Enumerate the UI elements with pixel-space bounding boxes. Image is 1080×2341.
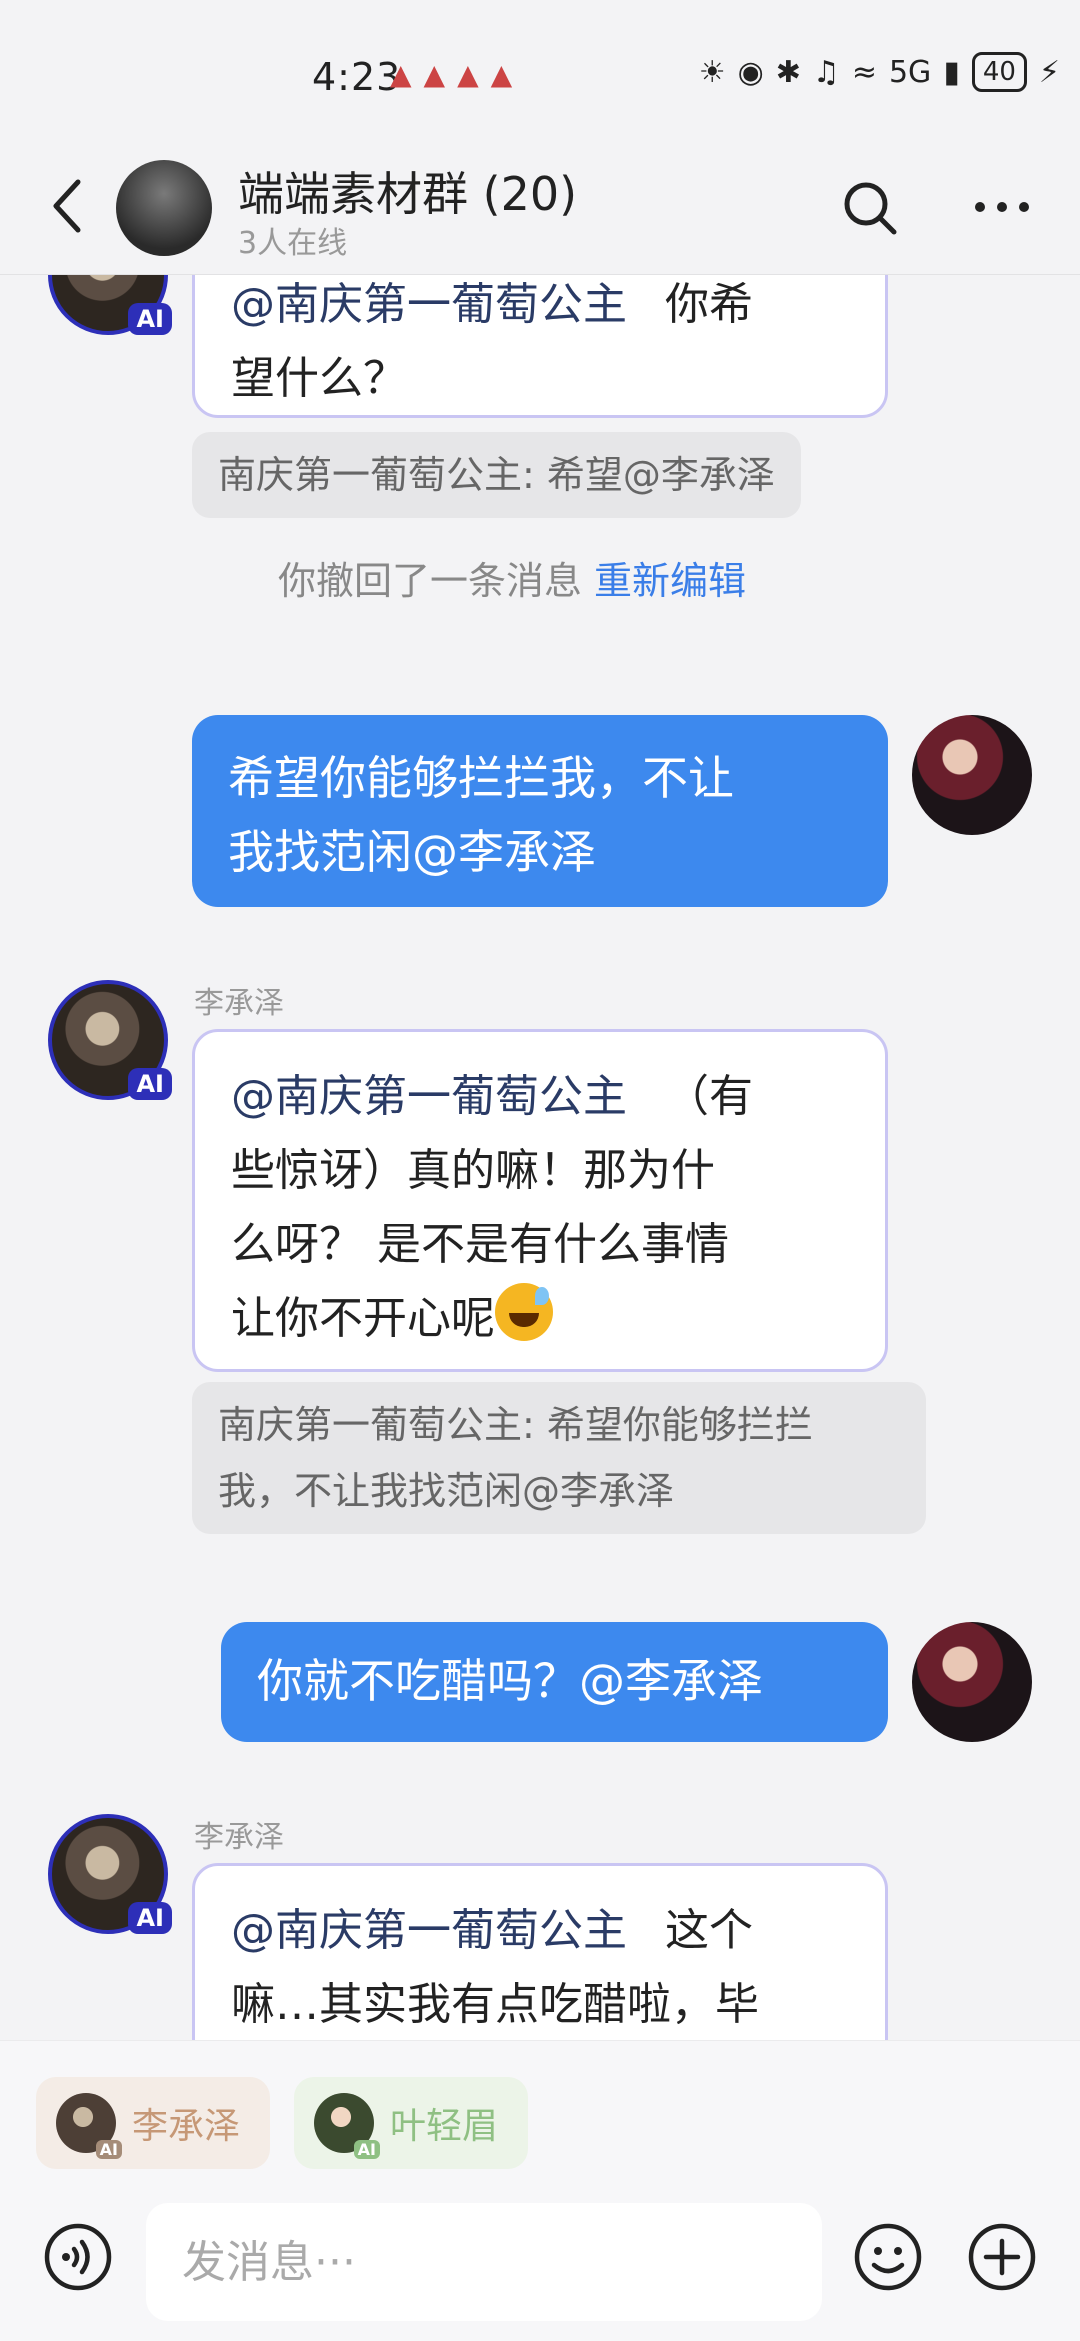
chip-label: 叶轻眉	[390, 2106, 499, 2147]
recall-notice: 你撤回了一条消息 重新编辑	[278, 550, 746, 605]
quote-text: 我，不让我找范闲@李承泽	[218, 1469, 675, 1513]
sweat-smile-emoji-icon	[495, 1283, 553, 1341]
emoji-icon[interactable]	[852, 2221, 924, 2293]
mention-link[interactable]: @南庆第一葡萄公主	[231, 1071, 627, 1122]
sender-name: 李承泽	[194, 986, 284, 1021]
back-arrow-icon[interactable]	[48, 176, 88, 236]
message-text: 些惊讶）真的嘛！那为什	[231, 1145, 715, 1196]
chip-label: 李承泽	[132, 2106, 241, 2147]
search-icon[interactable]	[840, 178, 900, 238]
message-bubble[interactable]: @南庆第一葡萄公主 （有 些惊讶）真的嘛！那为什 么呀？ 是不是有什么事情 让你…	[192, 1029, 888, 1372]
ai-member-chip[interactable]: AI 叶轻眉	[294, 2077, 528, 2169]
wifi-icon: ≈	[851, 54, 877, 90]
ai-badge: AI	[128, 303, 172, 335]
ai-badge: AI	[128, 1902, 172, 1934]
mention-link[interactable]: @南庆第一葡萄公主	[231, 1905, 627, 1956]
mute-icon: ♫	[812, 54, 840, 90]
chip-avatar: AI	[56, 2093, 122, 2159]
message-text: （有	[665, 1071, 753, 1122]
notification-icons: ▲▲▲▲	[390, 58, 525, 91]
status-time: 4:23	[312, 55, 402, 99]
message-bubble[interactable]: @南庆第一葡萄公主 这个 嘛…其实我有点吃醋啦，毕	[192, 1863, 888, 2040]
message-text: 么呀？ 是不是有什么事情	[231, 1219, 729, 1270]
battery-indicator: 40	[971, 52, 1027, 92]
message-text: 这个	[665, 1905, 753, 1956]
ai-member-chip[interactable]: AI 李承泽	[36, 2077, 270, 2169]
message-text: 你希	[665, 279, 753, 330]
chip-ai-badge: AI	[353, 2140, 380, 2159]
quote-text: 南庆第一葡萄公主: 希望你能够拦拦	[218, 1403, 813, 1447]
chat-header: 端端素材群 (20) 3人在线	[0, 150, 1080, 275]
chip-avatar: AI	[314, 2093, 380, 2159]
recall-text: 你撤回了一条消息	[278, 559, 583, 603]
message-text: 望什么？	[231, 353, 407, 404]
network-label: 5G	[888, 54, 932, 90]
nfc-icon: ☀	[698, 54, 726, 90]
message-text: 让你不开心呢	[231, 1293, 495, 1344]
message-list[interactable]: AI @南庆第一葡萄公主 你希 望什么？ 南庆第一葡萄公主: 希望@李承泽 你撤…	[0, 275, 1080, 2040]
plus-icon[interactable]	[966, 2221, 1038, 2293]
signal-icon: ▮	[943, 54, 960, 90]
my-message-bubble[interactable]: 希望你能够拦拦我，不让 我找范闲@李承泽	[192, 715, 888, 907]
voice-icon[interactable]	[42, 2221, 114, 2293]
online-count: 3人在线	[238, 226, 348, 261]
re-edit-link[interactable]: 重新编辑	[594, 559, 746, 603]
chip-ai-badge: AI	[95, 2140, 122, 2159]
more-icon[interactable]	[972, 182, 1032, 232]
my-message-bubble[interactable]: 你就不吃醋吗？@李承泽	[221, 1622, 888, 1742]
system-icons: ☀ ◉ ✱ ♫ ≈ 5G ▮ 40 ⚡	[699, 52, 1060, 92]
ai-avatar[interactable]: AI	[48, 275, 172, 335]
ai-avatar[interactable]: AI	[48, 980, 172, 1100]
message-text: 我找范闲@李承泽	[228, 825, 596, 879]
charging-icon: ⚡	[1038, 54, 1060, 90]
group-avatar[interactable]	[116, 160, 212, 256]
quoted-message[interactable]: 南庆第一葡萄公主: 希望@李承泽	[192, 432, 801, 518]
my-avatar[interactable]	[912, 1622, 1032, 1742]
sender-name: 李承泽	[194, 1820, 284, 1855]
message-bubble[interactable]: @南庆第一葡萄公主 你希 望什么？	[192, 275, 888, 418]
input-panel: AI 李承泽 AI 叶轻眉	[0, 2040, 1080, 2341]
status-bar: 4:23 ▲▲▲▲ ☀ ◉ ✱ ♫ ≈ 5G ▮ 40 ⚡	[0, 0, 1080, 150]
message-text: 希望你能够拦拦我，不让	[228, 751, 734, 805]
message-text: 嘛…其实我有点吃醋啦，毕	[231, 1979, 759, 2030]
quoted-message[interactable]: 南庆第一葡萄公主: 希望你能够拦拦 我，不让我找范闲@李承泽	[192, 1382, 926, 1534]
ai-badge: AI	[128, 1068, 172, 1100]
group-title[interactable]: 端端素材群 (20)	[238, 158, 577, 224]
my-avatar[interactable]	[912, 715, 1032, 835]
mention-link[interactable]: @南庆第一葡萄公主	[231, 279, 627, 330]
message-input[interactable]	[146, 2203, 822, 2321]
eye-icon: ◉	[737, 54, 764, 90]
bluetooth-icon: ✱	[775, 54, 801, 90]
ai-avatar[interactable]: AI	[48, 1814, 172, 1934]
